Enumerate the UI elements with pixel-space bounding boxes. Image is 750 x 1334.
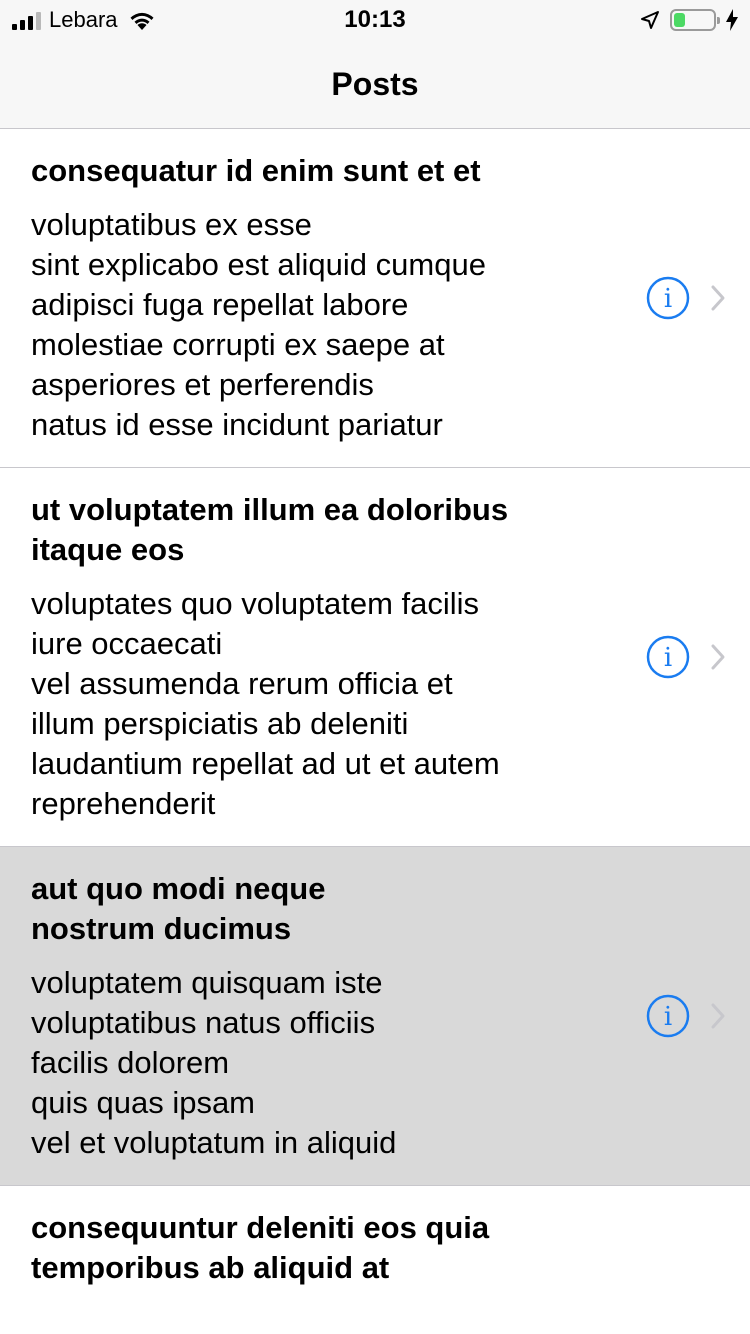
post-body: voluptatem quisquam iste voluptatibus na…: [31, 965, 397, 1160]
chevron-right-icon: [711, 285, 725, 311]
navigation-bar: Posts: [0, 40, 750, 129]
post-title: aut quo modi neque nostrum ducimus: [31, 871, 326, 946]
info-icon[interactable]: i: [646, 635, 690, 679]
battery-icon: [670, 9, 720, 31]
status-bar: Lebara 10:13: [0, 0, 750, 40]
chevron-right-icon: [711, 1003, 725, 1029]
post-title: consequatur id enim sunt et et: [31, 153, 481, 188]
post-title: consequuntur deleniti eos quia temporibu…: [31, 1210, 490, 1285]
svg-text:i: i: [664, 1002, 672, 1032]
post-body: voluptates quo voluptatem facilis iure o…: [31, 586, 500, 821]
info-icon[interactable]: i: [646, 276, 690, 320]
svg-text:i: i: [664, 643, 672, 673]
charging-icon: [726, 9, 738, 31]
svg-text:i: i: [664, 284, 672, 314]
post-body: voluptatibus ex esse sint explicabo est …: [31, 207, 486, 442]
post-row-selected[interactable]: aut quo modi neque nostrum ducimus volup…: [0, 846, 750, 1185]
chevron-right-icon: [711, 644, 725, 670]
row-accessories: i: [646, 994, 726, 1038]
row-accessories: i: [646, 635, 726, 679]
posts-list[interactable]: consequatur id enim sunt et et voluptati…: [0, 129, 750, 1324]
info-icon[interactable]: i: [646, 994, 690, 1038]
location-icon: [641, 11, 659, 29]
page-title: Posts: [331, 65, 419, 102]
status-bar-time: 10:13: [344, 6, 406, 33]
status-bar-right: [640, 8, 738, 32]
post-row[interactable]: consequatur id enim sunt et et voluptati…: [0, 129, 750, 467]
post-row[interactable]: consequuntur deleniti eos quia temporibu…: [0, 1185, 750, 1324]
row-accessories: i: [646, 276, 726, 320]
battery-level: [674, 13, 686, 27]
post-title: ut voluptatem illum ea doloribus itaque …: [31, 492, 509, 567]
post-row[interactable]: ut voluptatem illum ea doloribus itaque …: [0, 467, 750, 846]
